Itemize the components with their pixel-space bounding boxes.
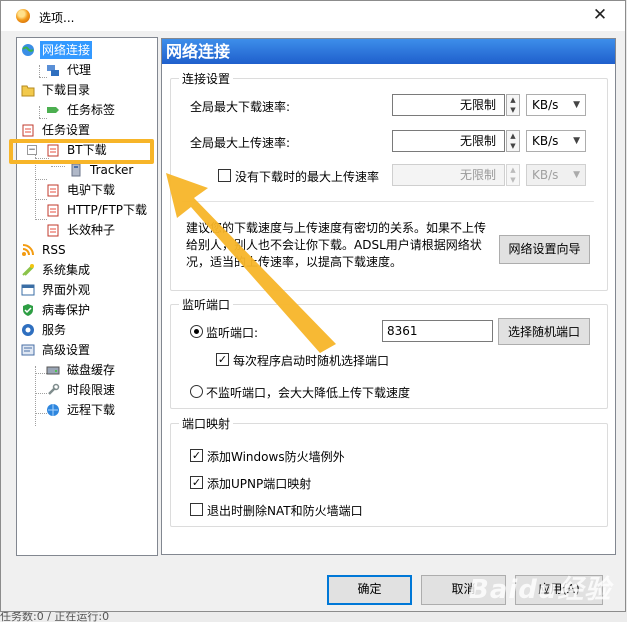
- max-upload-unit-select[interactable]: KB/s ▼: [526, 130, 586, 152]
- max-upload-label: 全局最大上传速率:: [190, 136, 291, 150]
- wrench-icon: [46, 383, 60, 397]
- title-bar: 选项... ✕: [1, 1, 625, 31]
- options-dialog: 选项... ✕ − 网络连接 代理 下载目录 任务标签 任务设置 BT下载 Tr…: [0, 0, 626, 612]
- tag-icon: [46, 103, 60, 117]
- port-input[interactable]: 8361: [382, 320, 493, 342]
- max-download-unit-select[interactable]: KB/s ▼: [526, 94, 586, 116]
- remote-globe-icon: [46, 403, 60, 417]
- palette-icon: [21, 283, 35, 297]
- chevron-down-icon: ▼: [573, 170, 580, 180]
- speed-info-text: 建议您的下载速度与上传速度有密切的关系。如果不上传给别人，别人也不会让你下载。A…: [186, 221, 487, 269]
- divider: [182, 201, 594, 202]
- max-download-spinner[interactable]: ▲ ▼: [506, 94, 520, 116]
- shield-icon: [21, 303, 35, 317]
- highlight-frame: [9, 139, 154, 164]
- service-icon: [21, 323, 35, 337]
- max-upload-input[interactable]: 无限制: [392, 130, 505, 152]
- firewall-exception-label: 添加Windows防火墙例外: [207, 450, 345, 464]
- panel-title: 网络连接: [162, 39, 615, 64]
- idle-upload-checkbox[interactable]: [218, 169, 231, 182]
- clipboard-icon: [21, 123, 35, 137]
- connection-group-title: 连接设置: [179, 70, 234, 87]
- ok-button[interactable]: 确定: [327, 575, 412, 605]
- no-listen-label: 不监听端口，会大大降低上传下载速度: [206, 386, 411, 400]
- network-icon: [46, 63, 60, 77]
- mapping-group-title: 端口映射: [179, 415, 234, 432]
- idle-upload-label: 没有下载时的最大上传速率: [235, 170, 380, 184]
- max-upload-spinner[interactable]: ▲ ▼: [506, 130, 520, 152]
- firewall-exception-checkbox[interactable]: ✓: [190, 449, 203, 462]
- options-tree: − 网络连接 代理 下载目录 任务标签 任务设置 BT下载 Tracker 电驴…: [16, 37, 158, 556]
- chevron-down-icon: ▼: [573, 100, 580, 110]
- app-logo-icon: [16, 9, 30, 23]
- remove-nat-checkbox[interactable]: [190, 503, 203, 516]
- globe-icon: [21, 43, 35, 57]
- folder-icon: [21, 83, 35, 97]
- listen-port-label: 监听端口:: [206, 326, 259, 340]
- rss-icon: [21, 243, 35, 257]
- clipboard-icon: [46, 183, 60, 197]
- chevron-down-icon: ▼: [573, 136, 580, 146]
- server-icon: [69, 163, 83, 177]
- settings-icon: [21, 343, 35, 357]
- idle-upload-spinner[interactable]: ▲ ▼: [506, 164, 520, 186]
- idle-upload-input[interactable]: 无限制: [392, 164, 505, 186]
- listen-group-title: 监听端口: [179, 296, 234, 313]
- remove-nat-label: 退出时删除NAT和防火墙端口: [207, 504, 363, 518]
- random-on-start-checkbox[interactable]: ✓: [216, 353, 229, 366]
- watermark-logo: Baidu经验: [469, 575, 612, 605]
- max-download-label: 全局最大下载速率:: [190, 100, 291, 114]
- disk-icon: [46, 363, 60, 377]
- listen-port-radio[interactable]: [190, 325, 203, 338]
- network-wizard-button[interactable]: 网络设置向导: [499, 235, 590, 264]
- tree-item-label: 网络连接: [40, 41, 93, 59]
- random-on-start-label: 每次程序启动时随机选择端口: [233, 354, 390, 368]
- no-listen-radio[interactable]: [190, 385, 203, 398]
- status-bar: 任务数:0 / 正在运行:0: [0, 612, 627, 622]
- upnp-mapping-label: 添加UPNP端口映射: [207, 477, 312, 491]
- idle-upload-unit-select[interactable]: KB/s ▼: [526, 164, 586, 186]
- random-port-button[interactable]: 选择随机端口: [498, 318, 590, 345]
- dialog-title: 选项...: [39, 11, 75, 25]
- max-download-input[interactable]: 无限制: [392, 94, 505, 116]
- clipboard-icon: [46, 203, 60, 217]
- settings-panel: 网络连接 连接设置 全局最大下载速率: 无限制 ▲ ▼ KB/s ▼ 全局最大上传速…: [161, 38, 616, 555]
- puzzle-icon: [21, 263, 35, 277]
- close-icon[interactable]: ✕: [591, 6, 609, 24]
- upnp-mapping-checkbox[interactable]: ✓: [190, 476, 203, 489]
- clipboard-icon: [46, 223, 60, 237]
